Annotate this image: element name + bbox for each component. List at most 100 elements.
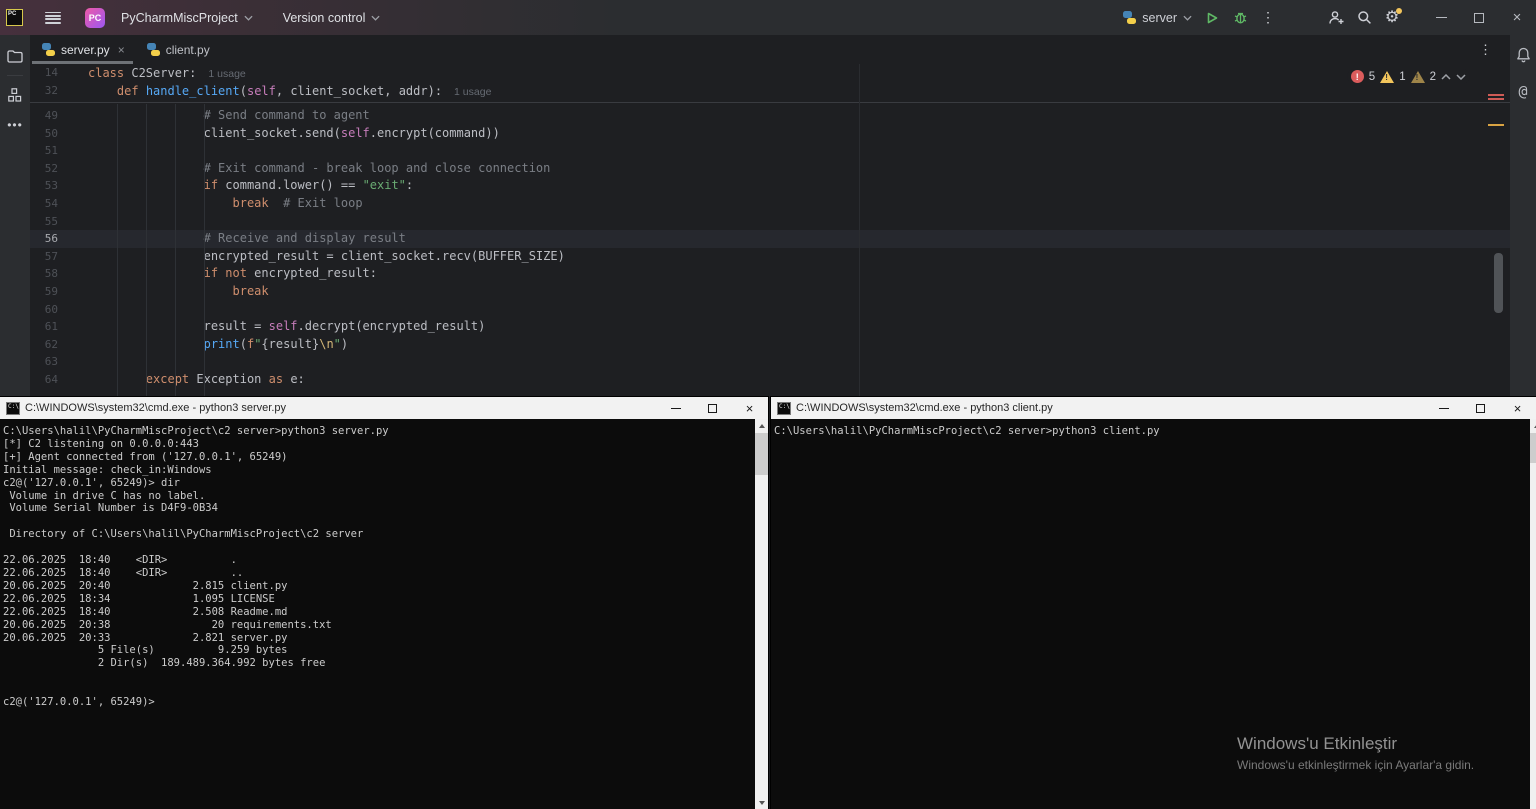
line-text: # Exit command - break loop and close co… <box>88 160 550 178</box>
line-text: class C2Server:1 usage <box>88 64 246 82</box>
window-close-button[interactable]: × <box>1498 0 1536 35</box>
close-icon: × <box>746 401 754 416</box>
line-text: print(f"{result}\n") <box>88 336 348 354</box>
console-scrollbar[interactable] <box>755 419 768 809</box>
line-number: 32 <box>30 82 58 100</box>
line-number: 52 <box>30 160 58 178</box>
code-line-50[interactable]: 50 client_socket.send(self.encrypt(comma… <box>30 125 1510 143</box>
usage-hint[interactable]: 1 usage <box>208 68 245 80</box>
search-icon <box>1357 10 1372 25</box>
console-text: C:\Users\halil\PyCharmMiscProject\c2 ser… <box>0 419 768 709</box>
code-line-49[interactable]: 49 # Send command to agent <box>30 107 1510 125</box>
error-stripe-mark[interactable] <box>1488 98 1504 100</box>
warning-count: 1 <box>1399 71 1405 83</box>
code-line-61[interactable]: 61 result = self.decrypt(encrypted_resul… <box>30 318 1510 336</box>
run-button[interactable] <box>1198 5 1226 31</box>
line-text: # Send command to agent <box>88 107 370 125</box>
cmd-window-client[interactable]: C:\ C:\WINDOWS\system32\cmd.exe - python… <box>771 397 1536 809</box>
code-with-me-button[interactable] <box>1322 5 1350 31</box>
console-close-button[interactable]: × <box>1499 397 1536 419</box>
line-text: if command.lower() == "exit": <box>88 177 413 195</box>
console-minimize-button[interactable] <box>657 397 694 419</box>
scrollbar-thumb[interactable] <box>755 433 768 475</box>
window-minimize-button[interactable] <box>1422 0 1460 35</box>
code-line-55[interactable]: 55 <box>30 213 1510 231</box>
code-line-58[interactable]: 58 if not encrypted_result: <box>30 265 1510 283</box>
usage-hint[interactable]: 1 usage <box>454 86 491 98</box>
code-line-53[interactable]: 53 if command.lower() == "exit": <box>30 177 1510 195</box>
pycharm-logo-icon: PC <box>85 8 105 28</box>
notifications-button[interactable] <box>1511 43 1535 67</box>
sticky-context-lines: 14class C2Server:1 usage32 def handle_cl… <box>30 64 1510 103</box>
project-toolwindow-button[interactable] <box>0 41 30 71</box>
tab-close-icon[interactable]: × <box>118 43 125 57</box>
scrollbar-thumb[interactable] <box>1530 433 1536 463</box>
console-maximize-button[interactable] <box>1462 397 1499 419</box>
code-line-64[interactable]: 64 except Exception as e: <box>30 371 1510 389</box>
code-line-51[interactable]: 51 <box>30 142 1510 160</box>
add-user-icon <box>1328 10 1345 25</box>
line-number: 53 <box>30 177 58 195</box>
line-number: 63 <box>30 353 58 371</box>
weak-warning-count: 2 <box>1430 71 1436 83</box>
console-minimize-button[interactable] <box>1425 397 1462 419</box>
scroll-down-icon[interactable] <box>755 796 768 809</box>
run-configuration-selector[interactable]: server <box>1117 8 1198 28</box>
code-lines: 49 # Send command to agent50 client_sock… <box>30 107 1510 389</box>
chevron-down-icon <box>1183 15 1192 21</box>
folder-icon <box>7 50 23 63</box>
previous-problem-button[interactable] <box>1441 74 1451 80</box>
editor-scrollbar[interactable] <box>1494 253 1503 313</box>
code-line-52[interactable]: 52 # Exit command - break loop and close… <box>30 160 1510 178</box>
python-file-icon <box>42 43 55 56</box>
project-selector[interactable]: PyCharmMiscProject <box>115 7 259 29</box>
code-line-59[interactable]: 59 break <box>30 283 1510 301</box>
console-output[interactable]: C:\Users\halil\PyCharmMiscProject\c2 ser… <box>0 419 768 809</box>
console-maximize-button[interactable] <box>694 397 731 419</box>
line-number: 55 <box>30 213 58 231</box>
settings-button[interactable]: ⚙ <box>1378 5 1406 31</box>
console-output[interactable]: C:\Users\halil\PyCharmMiscProject\c2 ser… <box>771 419 1536 809</box>
tab-server-py[interactable]: server.py × <box>30 35 135 64</box>
ai-assistant-button[interactable]: @ <box>1511 79 1535 103</box>
inspection-widget[interactable]: ! 5 1 2 <box>1347 69 1470 84</box>
code-line-32[interactable]: 32 def handle_client(self, client_socket… <box>30 82 1510 100</box>
more-toolwindows-button[interactable]: ••• <box>0 110 30 140</box>
error-count: 5 <box>1369 71 1375 83</box>
version-control-menu[interactable]: Version control <box>277 7 387 29</box>
code-line-62[interactable]: 62 print(f"{result}\n") <box>30 336 1510 354</box>
main-menu-icon[interactable] <box>45 12 61 24</box>
close-icon: × <box>1513 9 1522 26</box>
search-everywhere-button[interactable] <box>1350 5 1378 31</box>
tab-client-py[interactable]: client.py <box>135 35 220 64</box>
cmd-titlebar[interactable]: C:\ C:\WINDOWS\system32\cmd.exe - python… <box>771 397 1536 419</box>
scroll-up-icon[interactable] <box>755 419 768 432</box>
window-maximize-button[interactable] <box>1460 0 1498 35</box>
code-line-54[interactable]: 54 break # Exit loop <box>30 195 1510 213</box>
line-text: client_socket.send(self.encrypt(command)… <box>88 125 500 143</box>
code-line-56[interactable]: 56 # Receive and display result <box>30 230 1510 248</box>
next-problem-button[interactable] <box>1456 74 1466 80</box>
cmd-titlebar[interactable]: C:\ C:\WINDOWS\system32\cmd.exe - python… <box>0 397 768 419</box>
console-close-button[interactable]: × <box>731 397 768 419</box>
code-line-14[interactable]: 14class C2Server:1 usage <box>30 64 1510 82</box>
scroll-up-icon[interactable] <box>1530 419 1536 432</box>
error-stripe-mark[interactable] <box>1488 94 1504 96</box>
tab-options-button[interactable]: ⋮ <box>1479 35 1492 64</box>
debug-button[interactable] <box>1226 5 1254 31</box>
structure-toolwindow-button[interactable] <box>0 80 30 110</box>
cmd-window-server[interactable]: C:\ C:\WINDOWS\system32\cmd.exe - python… <box>0 397 768 809</box>
code-line-63[interactable]: 63 <box>30 353 1510 371</box>
code-line-60[interactable]: 60 <box>30 301 1510 319</box>
error-icon: ! <box>1351 70 1364 83</box>
line-text: break # Exit loop <box>88 195 363 213</box>
editor-tab-bar: server.py × client.py ⋮ <box>30 35 1510 64</box>
warning-stripe-mark[interactable] <box>1488 124 1504 126</box>
play-icon <box>1205 11 1219 25</box>
console-scrollbar[interactable] <box>1530 419 1536 809</box>
warning-icon <box>1380 71 1394 83</box>
minimize-icon <box>1436 17 1447 18</box>
more-actions-button[interactable]: ⋮ <box>1254 5 1282 31</box>
code-line-57[interactable]: 57 encrypted_result = client_socket.recv… <box>30 248 1510 266</box>
cmd-icon: C:\ <box>6 402 20 415</box>
